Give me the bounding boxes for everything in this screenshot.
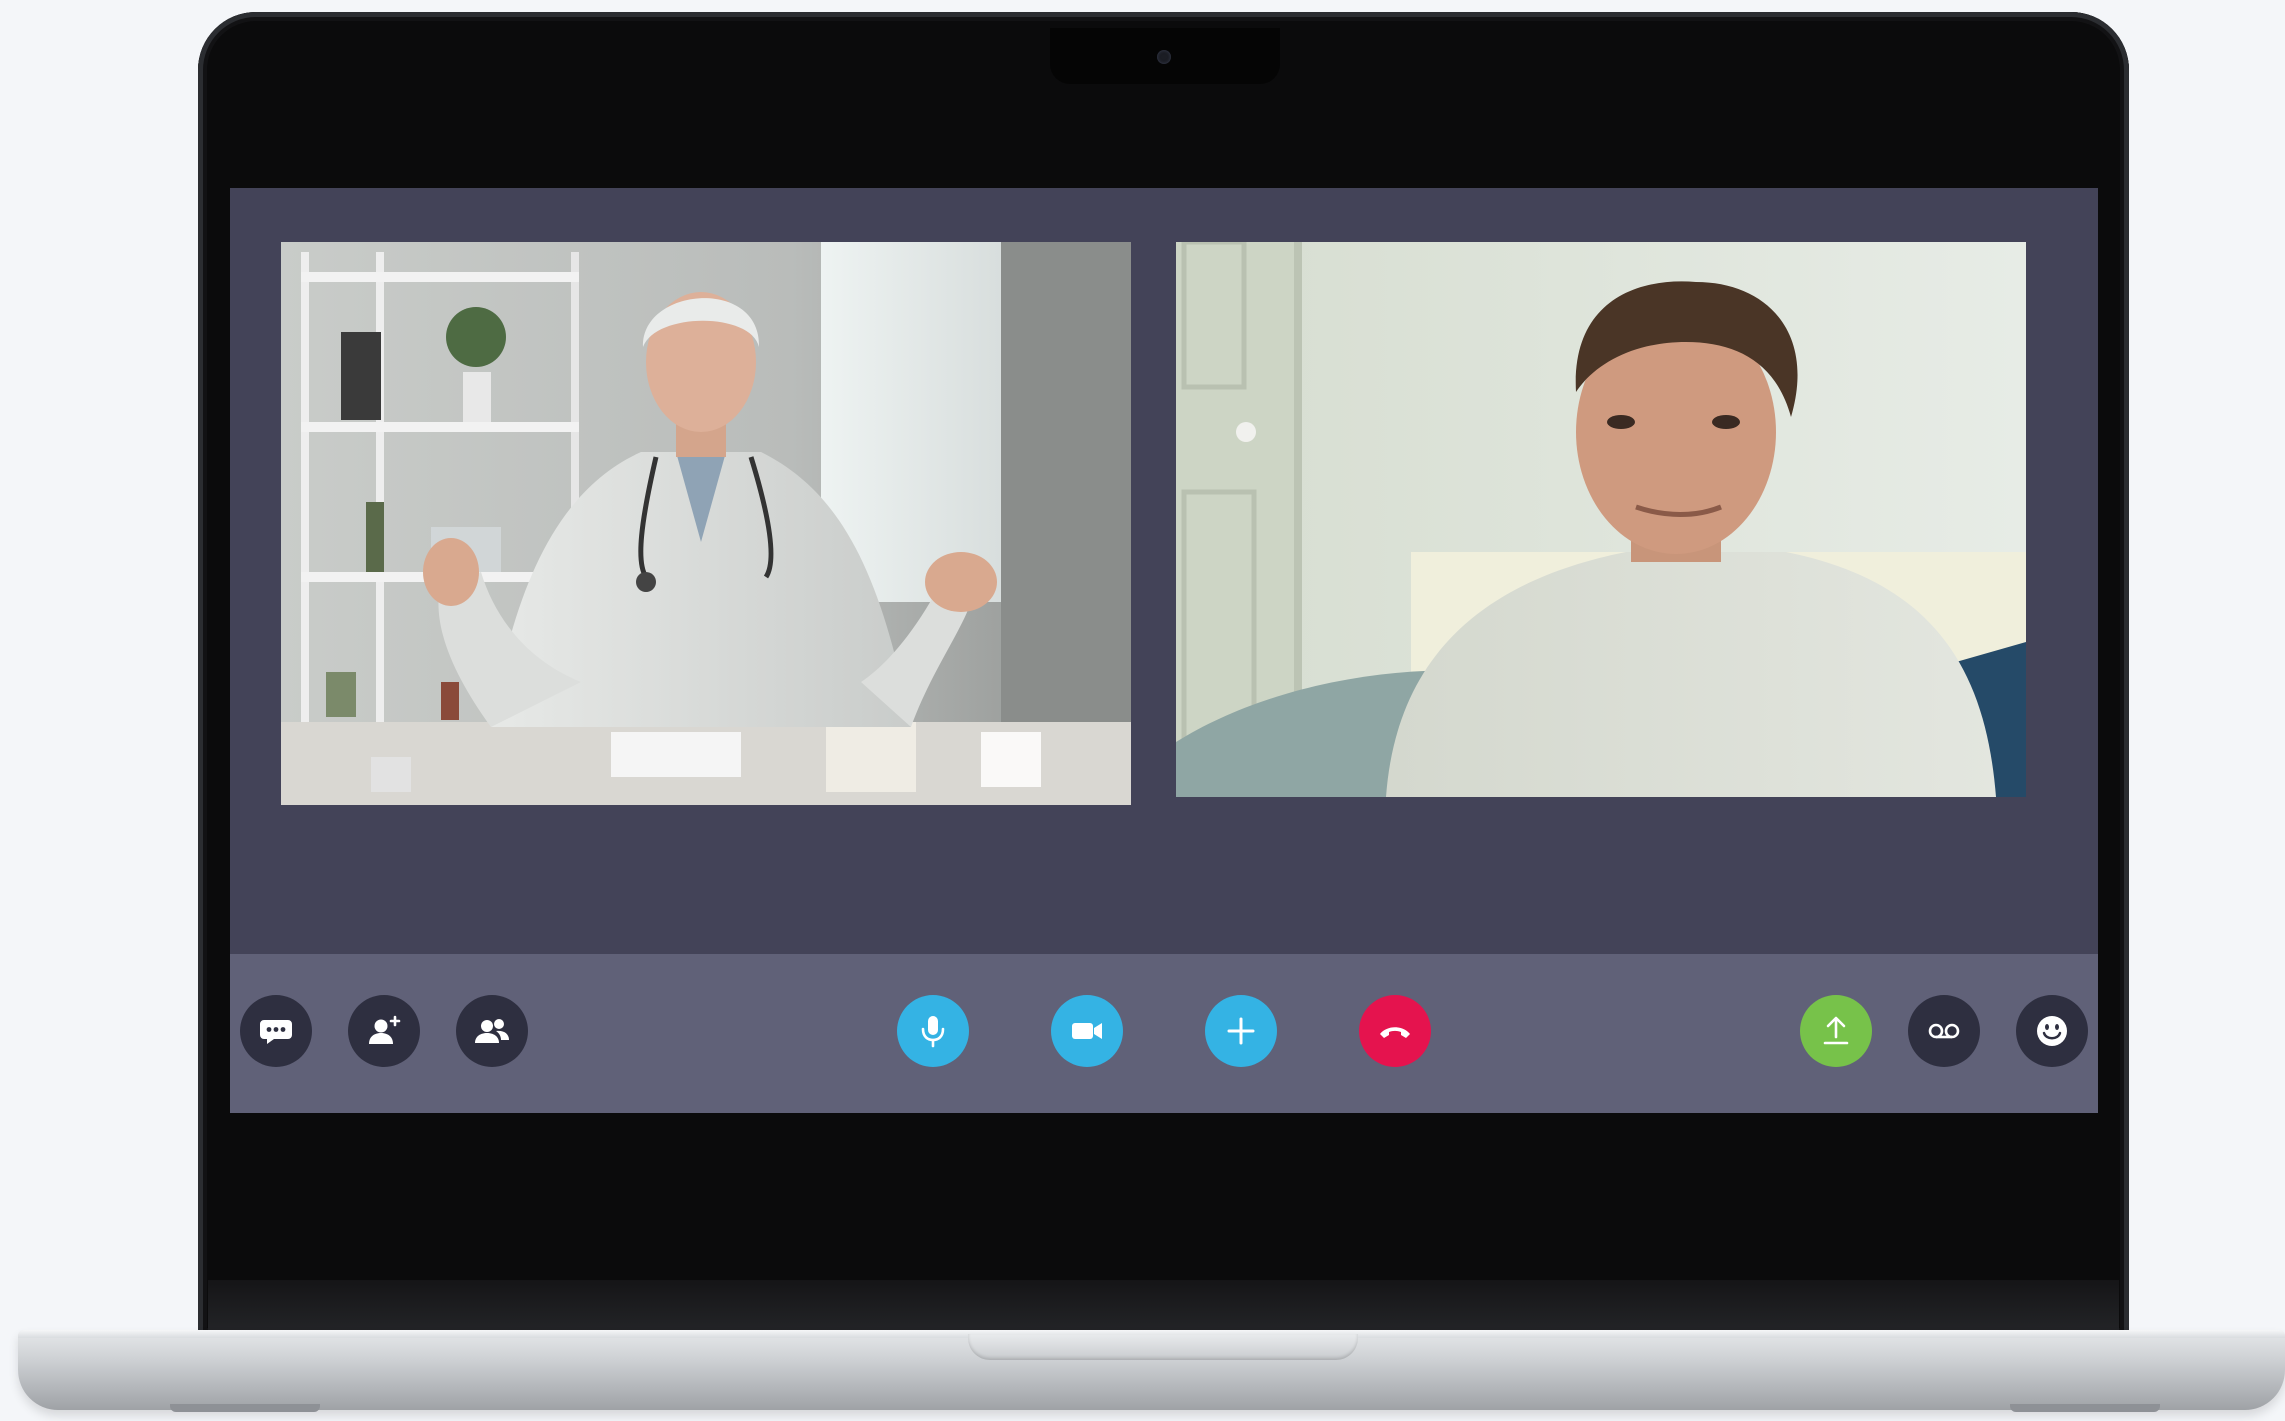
people-icon [475, 1019, 509, 1043]
laptop-mockup [0, 0, 2285, 1421]
voicemail-icon [1928, 1023, 1960, 1039]
plus-icon [1227, 1017, 1255, 1045]
voicemail-button[interactable] [1908, 995, 1980, 1067]
upload-icon [1823, 1016, 1849, 1045]
chat-bubble-icon [260, 1020, 292, 1044]
lid-bezel-bottom [208, 1280, 2119, 1332]
phone-hangup-icon [1380, 1027, 1410, 1038]
call-toolbar [230, 954, 2098, 1113]
add-contact-button[interactable] [348, 995, 420, 1067]
smiley-icon [2037, 1016, 2067, 1046]
laptop-foot-left [170, 1404, 320, 1412]
video-tile-doctor[interactable] [281, 242, 1131, 805]
video-call-app [230, 188, 2098, 1113]
chat-button[interactable] [240, 995, 312, 1067]
participants-button[interactable] [456, 995, 528, 1067]
hang-up-button[interactable] [1359, 995, 1431, 1067]
video-grid [230, 188, 2098, 954]
doctor-video-feed [281, 242, 1131, 805]
share-button[interactable] [1800, 995, 1872, 1067]
video-tile-patient[interactable] [1176, 242, 2026, 797]
add-person-icon [369, 1015, 401, 1044]
microphone-icon [921, 1016, 945, 1048]
add-button[interactable] [1205, 995, 1277, 1067]
camera-button[interactable] [1051, 995, 1123, 1067]
video-camera-icon [1072, 1023, 1102, 1039]
webcam-icon [1157, 50, 1171, 64]
laptop-foot-right [2010, 1404, 2160, 1412]
microphone-button[interactable] [897, 995, 969, 1067]
laptop-opening-notch [968, 1334, 1358, 1360]
patient-video-feed [1176, 242, 2026, 797]
emoji-button[interactable] [2016, 995, 2088, 1067]
